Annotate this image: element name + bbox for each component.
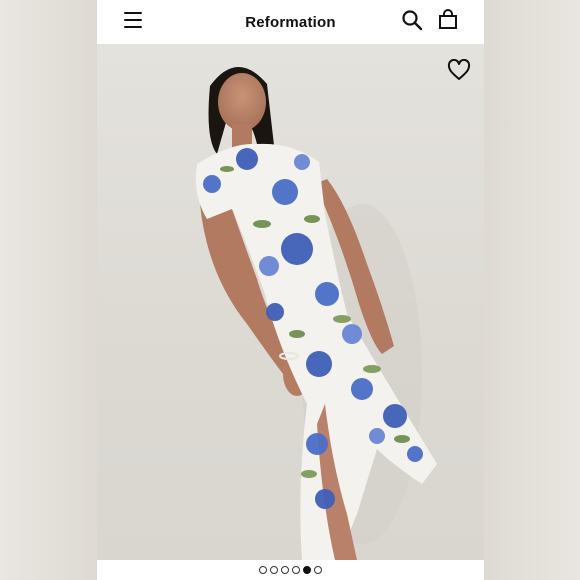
- menu-icon-line: [124, 26, 142, 28]
- right-backdrop: [483, 0, 580, 580]
- favorite-button[interactable]: [447, 58, 471, 81]
- carousel-dot[interactable]: [314, 566, 322, 574]
- top-nav-bar: Reformation: [97, 0, 484, 44]
- search-button[interactable]: [401, 9, 423, 31]
- search-icon: [402, 10, 423, 31]
- menu-icon-line: [124, 12, 142, 14]
- carousel-dot[interactable]: [281, 566, 289, 574]
- product-image[interactable]: [97, 44, 484, 560]
- product-page: Reformation: [97, 0, 484, 580]
- carousel-dot[interactable]: [303, 566, 311, 574]
- left-backdrop: [0, 0, 97, 580]
- carousel-dot[interactable]: [270, 566, 278, 574]
- brand-logo[interactable]: Reformation: [245, 14, 336, 31]
- heart-icon: [447, 58, 471, 80]
- carousel-indicator: [97, 560, 484, 580]
- shopping-bag-button[interactable]: [437, 8, 459, 30]
- shopping-bag-icon: [439, 9, 457, 29]
- carousel-dot[interactable]: [259, 566, 267, 574]
- menu-icon-line: [124, 19, 142, 21]
- menu-button[interactable]: [124, 12, 142, 28]
- carousel-dot[interactable]: [292, 566, 300, 574]
- model-illustration: [195, 66, 437, 560]
